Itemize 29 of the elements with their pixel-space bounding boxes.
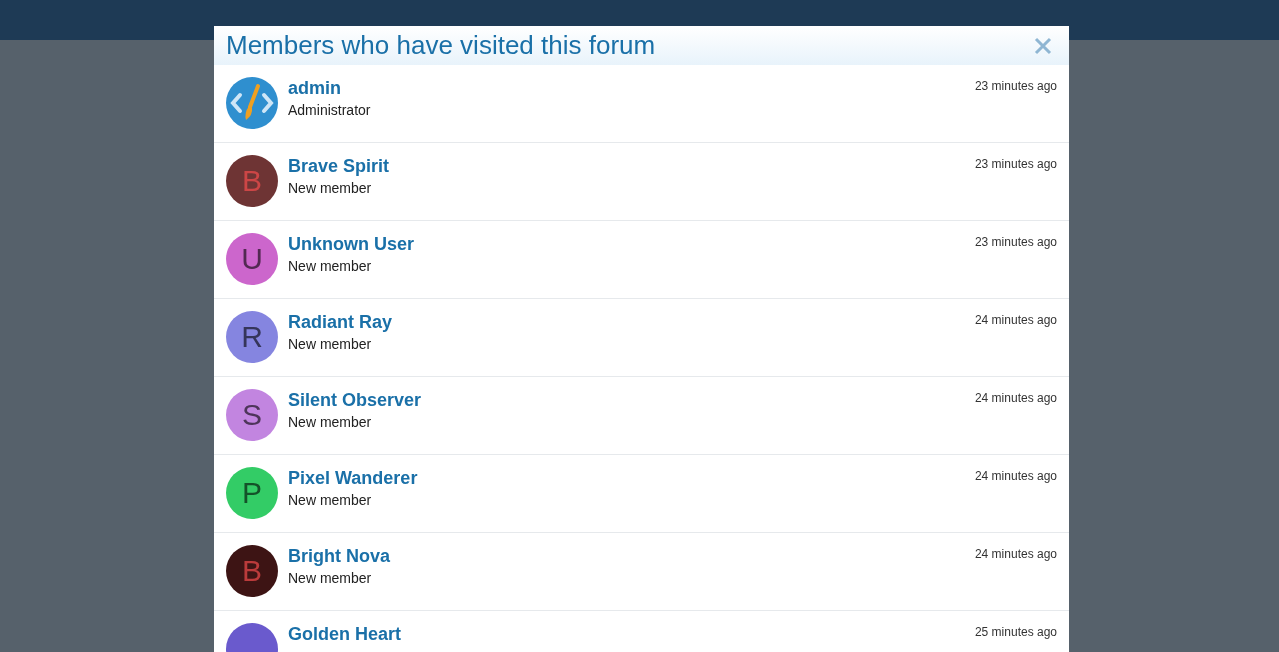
letter-avatar[interactable]: R <box>226 311 278 363</box>
letter-avatar[interactable]: S <box>226 389 278 441</box>
letter-avatar[interactable]: U <box>226 233 278 285</box>
member-name-link[interactable]: Radiant Ray <box>288 311 393 333</box>
visit-time: 25 minutes ago <box>974 624 1057 641</box>
visit-time: 24 minutes ago <box>974 390 1057 407</box>
member-name-link[interactable]: Unknown User <box>288 233 415 255</box>
visit-time: 23 minutes ago <box>974 78 1057 95</box>
member-name-link[interactable]: Bright Nova <box>288 545 390 567</box>
letter-avatar[interactable]: B <box>226 545 278 597</box>
member-role: New member <box>288 257 372 276</box>
visit-time: 24 minutes ago <box>974 312 1057 329</box>
visit-time: 24 minutes ago <box>974 546 1057 563</box>
visit-time: 24 minutes ago <box>974 468 1057 485</box>
member-role: New member <box>288 335 372 354</box>
member-name-link[interactable]: Silent Observer <box>288 389 422 411</box>
dialog-title: Members who have visited this forum <box>226 29 656 62</box>
member-name-link[interactable]: Golden Heart <box>288 623 402 645</box>
member-name-link[interactable]: admin <box>288 77 341 99</box>
visit-time: 23 minutes ago <box>974 234 1057 251</box>
member-name-link[interactable]: Pixel Wanderer <box>288 467 418 489</box>
member-role: New member <box>288 569 372 588</box>
member-role: New member <box>288 491 372 510</box>
letter-avatar[interactable]: P <box>226 467 278 519</box>
member-role: New member <box>288 413 372 432</box>
member-name-link[interactable]: Brave Spirit <box>288 155 390 177</box>
member-role: New member <box>288 179 372 198</box>
member-role: Administrator <box>288 101 371 120</box>
visit-time: 23 minutes ago <box>974 156 1057 173</box>
